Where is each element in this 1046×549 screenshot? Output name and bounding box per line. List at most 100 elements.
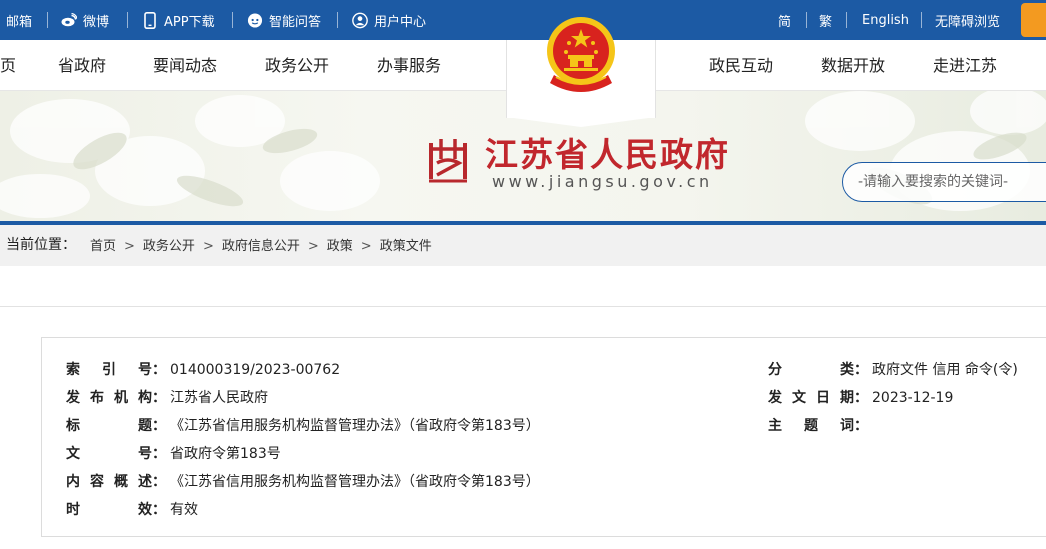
nav-label: 办事服务 [377,56,442,75]
phone-icon [142,11,158,29]
simplified-chinese-link[interactable]: 简 [778,0,791,40]
nav-label: 政务公开 [265,56,330,75]
nav-item-open-data[interactable]: 数据开放 [821,40,885,91]
breadcrumb-separator: > [360,239,372,254]
traditional-chinese-link[interactable]: 繁 [819,0,832,40]
nav-item-news[interactable]: 要闻动态 [153,40,217,91]
colon: ： [152,390,166,406]
title-label: 标题 [66,418,152,434]
divider [806,12,807,28]
mail-label: 邮箱 [6,14,33,30]
nav-item-interaction[interactable]: 政民互动 [709,40,773,91]
subject-terms-label: 主题词 [768,418,854,434]
nav-label: 政民互动 [709,56,774,75]
weibo-label: 微博 [83,14,110,30]
breadcrumb-item-information-disclosure[interactable]: 政府信息公开 [222,225,300,268]
divider [337,12,338,28]
jiangsu-logo-icon[interactable] [425,135,471,185]
nav-label: 页 [0,56,17,75]
colon: ： [152,362,166,378]
info-row-summary: 内容概述： 《江苏省信用服务机构监督管理办法》（省政府令第183号） [66,471,540,491]
title-value: 《江苏省信用服务机构监督管理办法》（省政府令第183号） [170,418,540,434]
nav-item-provincial-government[interactable]: 省政府 [58,40,106,91]
validity-label: 时效 [66,502,152,518]
category-label: 分类 [768,362,854,378]
breadcrumb-item-policy[interactable]: 政策 [327,225,353,268]
divider [127,12,128,28]
top-utility-bar: 邮箱 微博 APP下载 智能问答 用户中心 简 繁 English 无障碍浏览 [0,0,1046,40]
breadcrumb-item-government-affairs[interactable]: 政务公开 [143,225,195,268]
nav-item-services[interactable]: 办事服务 [377,40,441,91]
nav-item-government-affairs[interactable]: 政务公开 [265,40,329,91]
breadcrumb-label: 当前位置： [6,237,76,253]
colon: ： [854,362,868,378]
breadcrumb: 当前位置： 首页 > 政务公开 > 政府信息公开 > 政策 > 政策文件 [0,225,1046,266]
publisher-value: 江苏省人民政府 [170,390,268,406]
nav-label: 要闻动态 [153,56,218,75]
breadcrumb-separator: > [124,239,135,254]
weibo-icon [61,12,77,28]
accessibility-toggle-button[interactable] [1021,3,1046,37]
issue-date-label: 发文日期 [768,390,854,406]
english-link[interactable]: English [862,0,909,40]
search-input[interactable] [843,163,1043,201]
app-download-link[interactable]: APP下载 [142,0,215,40]
colon: ： [152,474,166,490]
nav-item-about-jiangsu[interactable]: 走进江苏 [933,40,997,91]
breadcrumb-item-home[interactable]: 首页 [90,225,116,268]
info-row-title: 标题： 《江苏省信用服务机构监督管理办法》（省政府令第183号） [66,415,540,435]
colon: ： [854,418,868,434]
accessibility-link[interactable]: 无障碍浏览 [935,0,1000,40]
traditional-label: 繁 [819,14,833,30]
index-value: 014000319/2023-00762 [170,362,341,378]
divider [232,12,233,28]
info-row-index: 索引号： 014000319/2023-00762 [66,359,340,379]
breadcrumb-item-policy-documents[interactable]: 政策文件 [380,225,432,268]
colon: ： [854,390,868,406]
info-row-publisher: 发布机构： 江苏省人民政府 [66,387,268,407]
info-row-validity: 时效： 有效 [66,499,198,519]
category-value: 政府文件 信用 命令(令) [872,362,1018,378]
national-emblem-icon[interactable] [542,13,620,97]
validity-value: 有效 [170,502,198,518]
breadcrumb-separator: > [202,239,214,254]
search-box [842,162,1046,202]
accessibility-label: 无障碍浏览 [935,14,1001,30]
divider [921,12,922,28]
emblem-panel-pointer [506,117,656,127]
weibo-link[interactable]: 微博 [61,0,109,40]
document-number-label: 文号 [66,446,152,462]
info-row-issue-date: 发文日期： 2023-12-19 [768,387,953,407]
chat-bot-icon [247,12,263,28]
nav-label: 走进江苏 [933,56,998,75]
divider [47,12,48,28]
info-row-subject-terms: 主题词： [768,415,872,435]
english-label: English [862,12,909,28]
issue-date-value: 2023-12-19 [872,390,954,406]
smart-qa-link[interactable]: 智能问答 [247,0,321,40]
user-icon [352,12,368,28]
colon: ： [152,418,166,434]
site-title: 江苏省人民政府 [485,135,730,174]
info-row-document-number: 文号： 省政府令第183号 [66,443,281,463]
index-label: 索引号 [66,362,152,378]
info-row-category: 分类： 政府文件 信用 命令(令) [768,359,1018,379]
app-download-label: APP下载 [164,14,215,30]
mail-link[interactable]: 邮箱 [6,0,32,40]
nav-item-home[interactable]: 页 [0,40,16,91]
summary-label: 内容概述 [66,474,152,490]
document-number-value: 省政府令第183号 [170,446,281,462]
nav-label: 数据开放 [821,56,886,75]
summary-value: 《江苏省信用服务机构监督管理办法》（省政府令第183号） [170,474,540,490]
nav-label: 省政府 [58,56,107,75]
smart-qa-label: 智能问答 [269,14,322,30]
user-center-link[interactable]: 用户中心 [352,0,426,40]
colon: ： [152,446,166,462]
colon: ： [152,502,166,518]
publisher-label: 发布机构 [66,390,152,406]
divider [0,306,1046,307]
user-center-label: 用户中心 [374,14,427,30]
simplified-label: 简 [778,14,792,30]
breadcrumb-separator: > [307,239,319,254]
divider [846,12,847,28]
